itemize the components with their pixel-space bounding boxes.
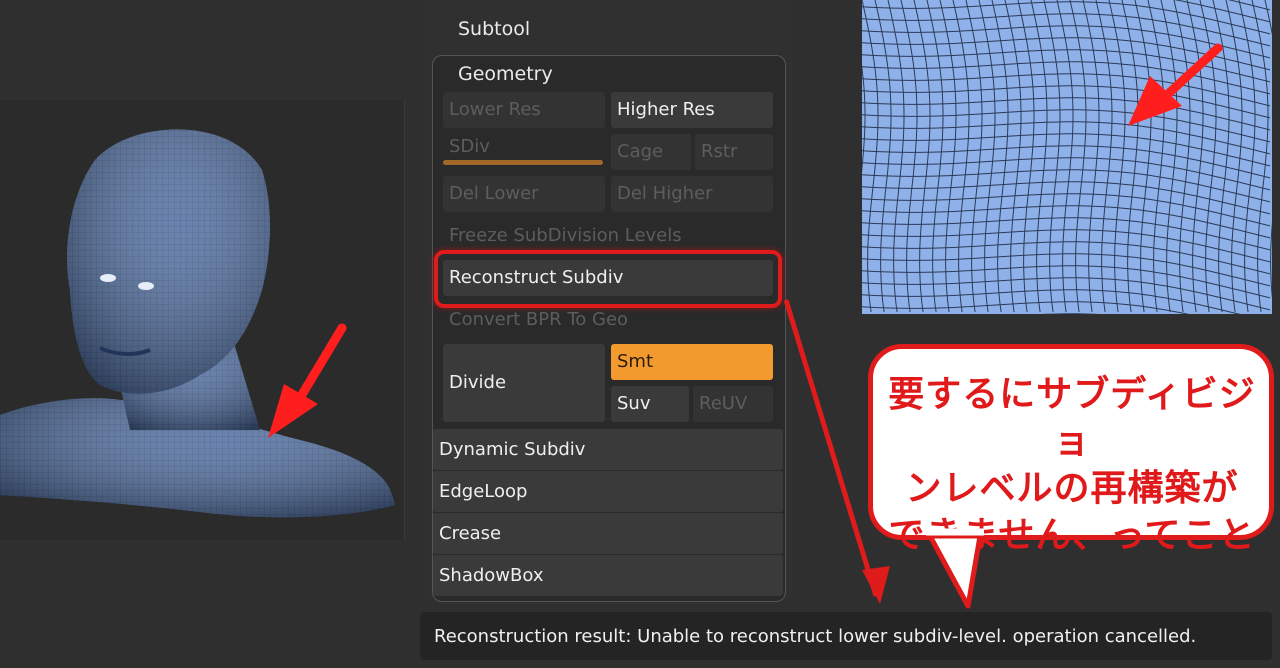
reconstruct-subdiv-highlight — [434, 250, 782, 308]
shadowbox-section[interactable]: ShadowBox — [433, 554, 783, 596]
bubble-text: 要するにサブディビジョ ンレベルの再構築が できません、ってこと — [887, 371, 1257, 559]
sdiv-slider-track[interactable] — [443, 160, 603, 165]
rstr-button[interactable]: Rstr — [695, 134, 773, 170]
suv-toggle[interactable]: Suv — [611, 386, 689, 422]
bubble-line: できません、ってこと — [888, 515, 1256, 556]
edgeloop-section[interactable]: EdgeLoop — [433, 470, 783, 512]
freeze-subdivision-levels-button[interactable]: Freeze SubDivision Levels — [443, 218, 773, 254]
geometry-menu-title[interactable]: Geometry — [458, 63, 553, 85]
mesh-closeup-view[interactable] — [835, 0, 1280, 383]
crease-section[interactable]: Crease — [433, 512, 783, 554]
head-model-render — [0, 129, 395, 518]
lower-res-button[interactable]: Lower Res — [443, 92, 605, 128]
speech-bubble: 要するにサブディビジョ ンレベルの再構築が できません、ってこと — [868, 344, 1274, 556]
mesh-wireframe — [835, 0, 1280, 383]
higher-res-button[interactable]: Higher Res — [611, 92, 773, 128]
bubble-line: 要するにサブディビジョ — [888, 374, 1256, 462]
status-bar: Reconstruction result: Unable to reconst… — [420, 612, 1272, 660]
del-higher-button[interactable]: Del Higher — [611, 176, 773, 212]
left-viewport[interactable] — [0, 100, 405, 540]
smt-toggle[interactable]: Smt — [611, 344, 773, 380]
geometry-section: Geometry Lower Res Higher Res SDiv Cage … — [432, 55, 786, 602]
subtool-menu-title[interactable]: Subtool — [458, 18, 530, 40]
cage-button[interactable]: Cage — [611, 134, 691, 170]
del-lower-button[interactable]: Del Lower — [443, 176, 605, 212]
dynamic-subdiv-section[interactable]: Dynamic Subdiv — [433, 428, 783, 470]
divide-button[interactable]: Divide — [443, 344, 605, 422]
reuv-toggle[interactable]: ReUV — [693, 386, 773, 422]
bubble-line: ンレベルの再構築が — [905, 468, 1239, 509]
